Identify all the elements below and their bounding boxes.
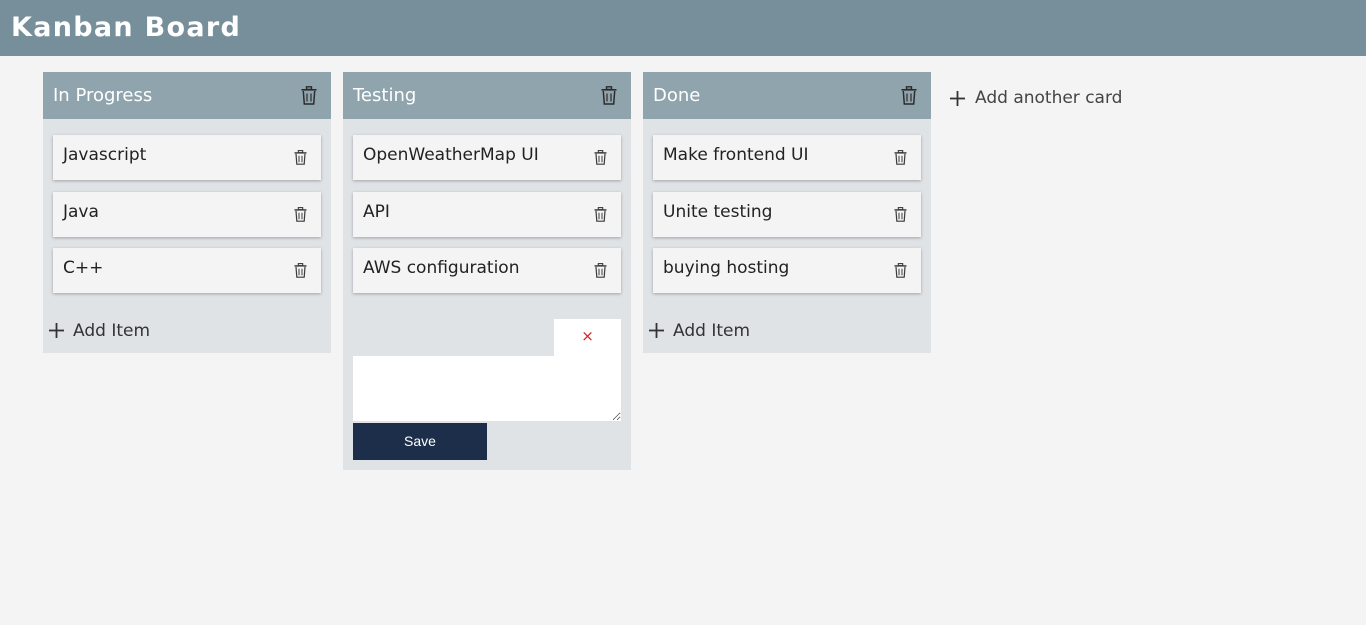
column-done: Done Make frontend UI Unite testing buyi…	[643, 72, 931, 353]
add-item-label: Add Item	[73, 321, 151, 341]
card-text: Java	[63, 202, 99, 222]
trash-icon[interactable]	[894, 150, 907, 165]
plus-icon	[950, 91, 965, 106]
trash-icon[interactable]	[594, 263, 607, 278]
column-header: Testing	[343, 72, 631, 119]
card-text: Make frontend UI	[663, 145, 809, 165]
trash-icon[interactable]	[294, 150, 307, 165]
column-header: Done	[643, 72, 931, 119]
card-text: AWS configuration	[363, 258, 520, 278]
task-card[interactable]: API	[353, 192, 621, 237]
column-in-progress: In Progress Javascript Java C++ Add Item	[43, 72, 331, 353]
card-text: C++	[63, 258, 104, 278]
card-text: buying hosting	[663, 258, 790, 278]
column-title: Testing	[353, 85, 417, 106]
plus-icon	[649, 323, 664, 338]
task-card[interactable]: Javascript	[53, 135, 321, 180]
task-card[interactable]: C++	[53, 248, 321, 293]
add-item-button[interactable]: Add Item	[649, 320, 789, 342]
column-title: Done	[653, 85, 701, 106]
card-text: Javascript	[63, 145, 147, 165]
trash-icon[interactable]	[294, 207, 307, 222]
trash-icon[interactable]	[894, 207, 907, 222]
new-item-editor: ×	[353, 319, 621, 421]
trash-icon[interactable]	[294, 263, 307, 278]
column-testing: Testing OpenWeatherMap UI API AWS config…	[343, 72, 631, 470]
card-text: OpenWeatherMap UI	[363, 145, 539, 165]
task-card[interactable]: OpenWeatherMap UI	[353, 135, 621, 180]
trash-icon[interactable]	[894, 263, 907, 278]
task-card[interactable]: AWS configuration	[353, 248, 621, 293]
add-another-card-label: Add another card	[975, 88, 1123, 108]
trash-icon[interactable]	[301, 86, 317, 105]
task-card[interactable]: Java	[53, 192, 321, 237]
plus-icon	[49, 323, 64, 338]
trash-icon[interactable]	[594, 207, 607, 222]
task-card[interactable]: Unite testing	[653, 192, 921, 237]
app-header: Kanban Board	[0, 0, 1366, 56]
card-text: Unite testing	[663, 202, 773, 222]
page-title: Kanban Board	[11, 12, 242, 43]
save-button[interactable]: Save	[353, 423, 487, 460]
trash-icon[interactable]	[901, 86, 917, 105]
task-card[interactable]: buying hosting	[653, 248, 921, 293]
add-another-card-button[interactable]: Add another card	[950, 87, 1130, 109]
trash-icon[interactable]	[601, 86, 617, 105]
close-icon: ×	[581, 327, 594, 345]
column-title: In Progress	[53, 85, 153, 106]
card-text: API	[363, 202, 390, 222]
new-item-textarea[interactable]	[353, 356, 621, 421]
add-item-button[interactable]: Add Item	[49, 320, 189, 342]
close-editor-button[interactable]: ×	[554, 319, 621, 356]
column-header: In Progress	[43, 72, 331, 119]
task-card[interactable]: Make frontend UI	[653, 135, 921, 180]
add-item-label: Add Item	[673, 321, 751, 341]
trash-icon[interactable]	[594, 150, 607, 165]
